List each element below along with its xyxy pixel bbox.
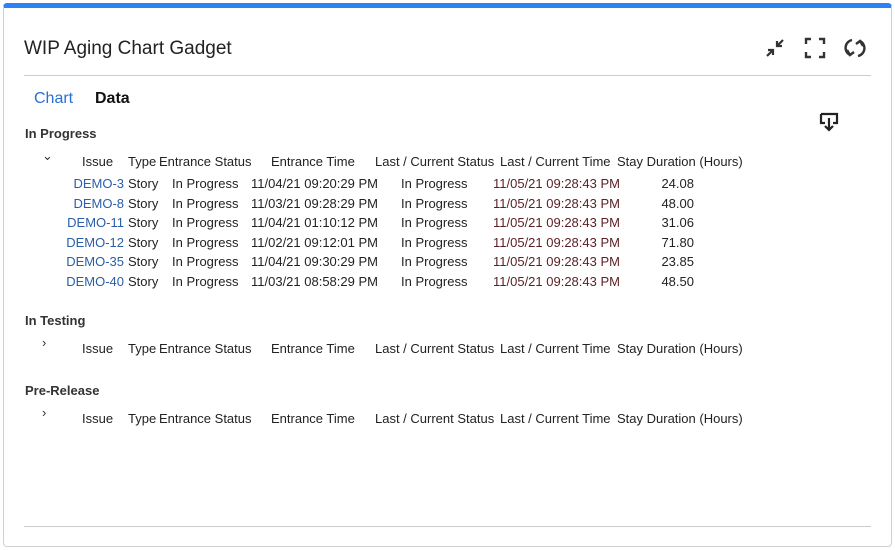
column-header[interactable]: Last / Current Time	[500, 341, 611, 356]
entrance-status: In Progress	[172, 176, 239, 191]
entrance-time: 11/02/21 09:12:01 PM	[251, 234, 378, 250]
current-status: In Progress	[401, 215, 468, 231]
issue-link[interactable]: DEMO-11	[67, 215, 124, 230]
column-header[interactable]: Entrance Time	[271, 341, 355, 356]
current-status: In Progress	[401, 176, 468, 191]
issue-type: Story	[128, 176, 159, 191]
column-header[interactable]: Type	[128, 411, 156, 426]
minimize-icon[interactable]	[763, 36, 787, 60]
entrance-time: 11/03/21 09:28:29 PM	[251, 195, 378, 211]
stay-duration: 71.80	[661, 234, 694, 250]
column-header[interactable]: Stay Duration (Hours)	[617, 154, 743, 169]
current-status: In Progress	[401, 274, 468, 289]
column-header[interactable]: Stay Duration (Hours)	[617, 341, 743, 356]
tab-chart[interactable]: Chart	[34, 90, 73, 108]
chevron-right-icon[interactable]: ›	[42, 335, 46, 350]
column-header[interactable]: Last / Current Status	[375, 411, 494, 426]
column-header[interactable]: Stay Duration (Hours)	[617, 411, 743, 426]
current-time: 11/05/21 09:28:43 PM	[493, 195, 620, 211]
refresh-icon[interactable]	[843, 36, 867, 60]
column-header[interactable]: Issue	[82, 341, 113, 356]
stay-duration: 31.06	[661, 215, 694, 231]
entrance-time: 11/04/21 09:30:29 PM	[251, 254, 378, 270]
issue-type: Story	[128, 234, 159, 250]
issue-link[interactable]: DEMO-40	[66, 274, 124, 289]
current-time: 11/05/21 09:28:43 PM	[493, 254, 620, 270]
column-header[interactable]: Last / Current Time	[500, 154, 611, 169]
issue-type: Story	[128, 274, 159, 289]
tab-data[interactable]: Data	[95, 90, 130, 108]
fullscreen-icon[interactable]	[803, 36, 827, 60]
chevron-right-icon[interactable]: ›	[42, 405, 46, 420]
column-header[interactable]: Entrance Status	[159, 341, 252, 356]
issue-type: Story	[128, 215, 159, 231]
current-time: 11/05/21 09:28:43 PM	[493, 274, 620, 289]
download-icon[interactable]	[819, 112, 839, 137]
issue-link[interactable]: DEMO-8	[73, 196, 124, 211]
current-time: 11/05/21 09:28:43 PM	[493, 234, 620, 250]
issue-type: Story	[128, 254, 159, 270]
column-header[interactable]: Last / Current Status	[375, 341, 494, 356]
column-header[interactable]: Last / Current Time	[500, 411, 611, 426]
divider	[24, 75, 871, 76]
entrance-status: In Progress	[172, 234, 239, 250]
column-header[interactable]: Type	[128, 154, 156, 169]
chevron-down-icon[interactable]: ⌄	[42, 148, 53, 164]
stay-duration: 23.85	[661, 254, 694, 270]
stay-duration: 24.08	[661, 176, 694, 191]
issue-link[interactable]: DEMO-3	[73, 176, 124, 191]
column-header[interactable]: Last / Current Status	[375, 154, 494, 169]
footer-divider	[24, 526, 871, 527]
entrance-status: In Progress	[172, 215, 239, 231]
current-status: In Progress	[401, 234, 468, 250]
column-header[interactable]: Type	[128, 341, 156, 356]
gadget-card: WIP Aging Chart Gadget Chart Data In Pro…	[3, 3, 892, 547]
section-title: In Progress	[25, 126, 97, 141]
entrance-time: 11/03/21 08:58:29 PM	[251, 274, 378, 289]
column-header[interactable]: Issue	[82, 154, 113, 169]
column-header[interactable]: Entrance Status	[159, 411, 252, 426]
entrance-time: 11/04/21 09:20:29 PM	[251, 176, 378, 191]
entrance-status: In Progress	[172, 254, 239, 270]
gadget-title: WIP Aging Chart Gadget	[24, 38, 232, 59]
column-header[interactable]: Entrance Time	[271, 411, 355, 426]
current-time: 11/05/21 09:28:43 PM	[493, 176, 620, 191]
entrance-status: In Progress	[172, 195, 239, 211]
column-header[interactable]: Entrance Time	[271, 154, 355, 169]
current-time: 11/05/21 09:28:43 PM	[493, 215, 620, 231]
issue-link[interactable]: DEMO-12	[66, 235, 124, 250]
issue-type: Story	[128, 195, 159, 211]
issue-link[interactable]: DEMO-35	[66, 254, 124, 269]
entrance-time: 11/04/21 01:10:12 PM	[251, 215, 378, 231]
stay-duration: 48.00	[661, 195, 694, 211]
current-status: In Progress	[401, 254, 468, 270]
entrance-status: In Progress	[172, 274, 239, 289]
section-title: In Testing	[25, 313, 86, 328]
stay-duration: 48.50	[661, 274, 694, 289]
column-header[interactable]: Issue	[82, 411, 113, 426]
section-title: Pre-Release	[25, 383, 100, 398]
column-header[interactable]: Entrance Status	[159, 154, 252, 169]
current-status: In Progress	[401, 195, 468, 211]
